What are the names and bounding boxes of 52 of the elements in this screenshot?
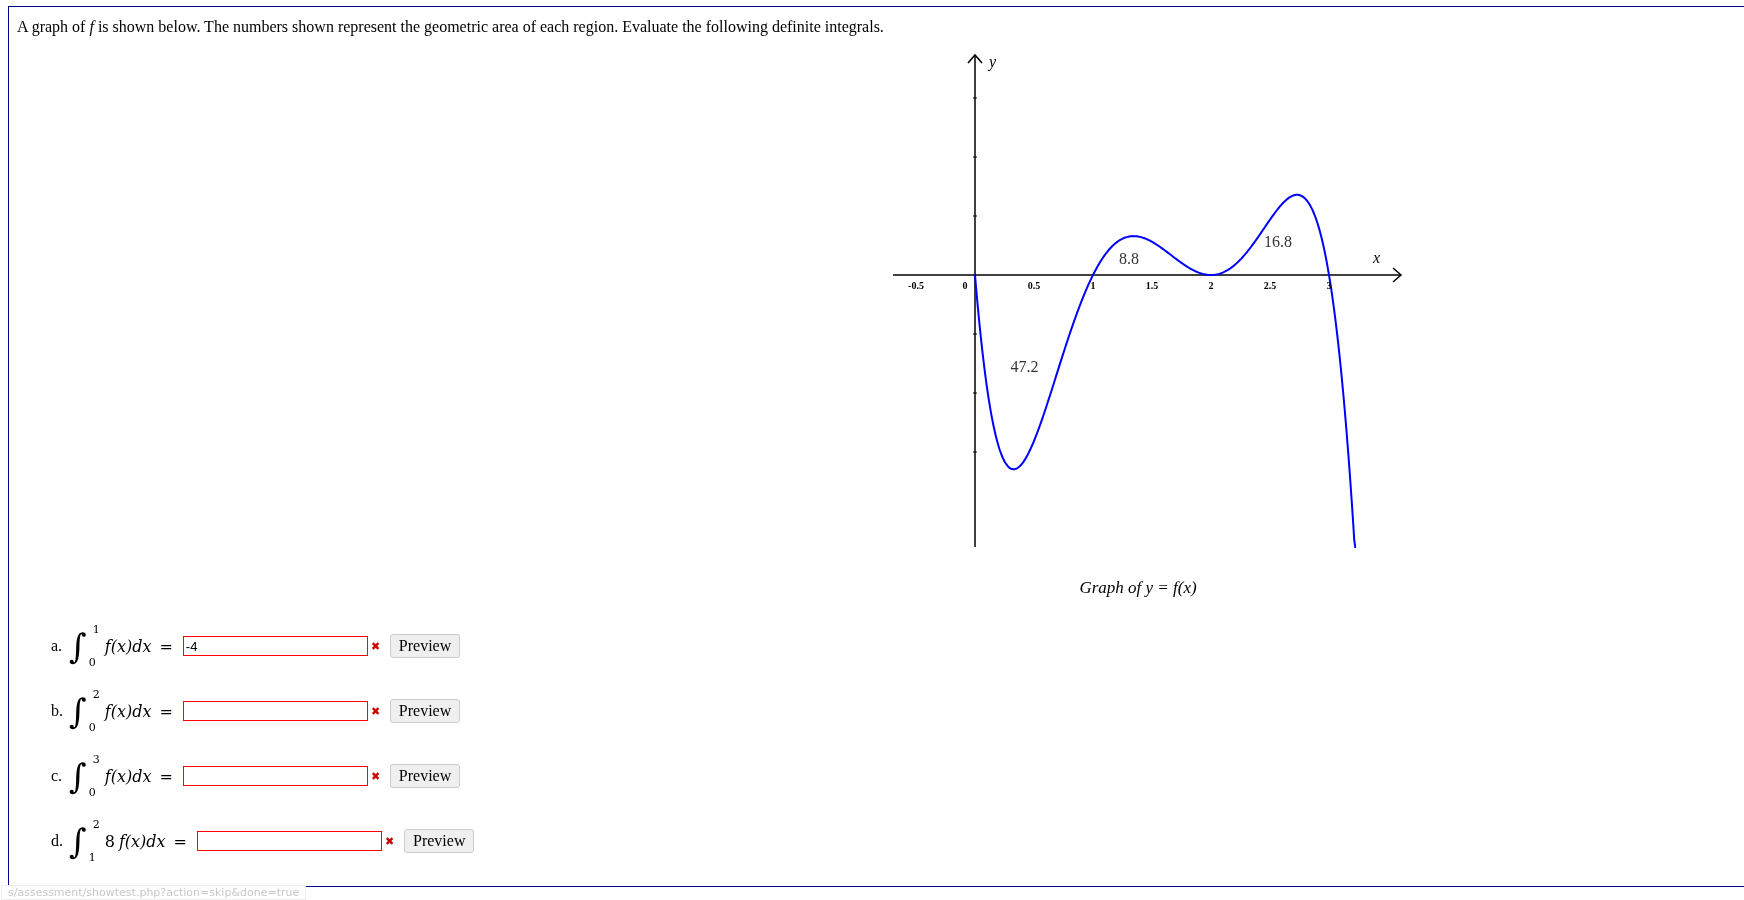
preview-button[interactable]: Preview <box>404 829 475 854</box>
graph-caption: Graph of y = f(x) <box>1079 578 1197 599</box>
question-label: c. <box>51 767 63 786</box>
question-label: a. <box>51 637 63 656</box>
answer-field[interactable]: -4 <box>182 636 368 657</box>
x-tick-label: 0 <box>962 280 968 292</box>
lower-limit: 0 <box>88 656 96 670</box>
area-label: 16.8 <box>1264 232 1293 250</box>
integrand: f(x)dx <box>104 636 152 656</box>
integral-sign: ∫ <box>69 691 87 732</box>
preview-button[interactable]: Preview <box>389 699 461 724</box>
equals-sign: = <box>159 701 173 721</box>
area-label: 8.8 <box>1118 250 1139 268</box>
preview-button[interactable]: Preview <box>389 764 461 789</box>
lower-limit: 0 <box>88 786 96 800</box>
area-label: 47.2 <box>1010 357 1039 375</box>
x-tick-label: -0.5 <box>908 280 924 292</box>
upper-limit: 3 <box>92 753 100 767</box>
integrand: f(x)dx <box>118 831 166 851</box>
lower-limit: 1 <box>88 851 96 865</box>
x-tick-label: 2 <box>1208 280 1214 292</box>
x-tick-label: 1.5 <box>1145 280 1159 292</box>
equals-sign: = <box>173 831 187 851</box>
question-label: d. <box>51 832 63 851</box>
integrand: f(x)dx <box>104 766 152 786</box>
integral-sign: ∫ <box>69 821 87 862</box>
y-axis-label: y <box>989 53 997 71</box>
question-label: b. <box>51 702 63 721</box>
x-axis-label: x <box>1373 249 1381 267</box>
integral-sign: ∫ <box>69 626 87 667</box>
x-tick-label: 0.5 <box>1027 280 1041 292</box>
incorrect-icon: ✖ <box>385 834 394 848</box>
upper-limit: 1 <box>92 623 100 637</box>
incorrect-icon: ✖ <box>370 704 380 718</box>
answer-field[interactable] <box>197 831 382 852</box>
instructions-text: A graph of f is shown below. The numbers shown represent the geometric area of each region. Evaluate the following definite integrals. <box>17 17 885 37</box>
lower-limit: 0 <box>88 721 96 735</box>
integral-sign: ∫ <box>69 756 87 797</box>
incorrect-icon: ✖ <box>370 639 380 653</box>
integrand: f(x)dx <box>104 701 152 721</box>
x-tick-label: 3 <box>1326 280 1332 292</box>
incorrect-icon: ✖ <box>370 769 380 783</box>
upper-limit: 2 <box>92 688 100 702</box>
answer-field[interactable] <box>182 701 368 722</box>
coefficient: 8 <box>104 831 115 851</box>
x-tick-label: 1 <box>1090 280 1096 292</box>
upper-limit: 2 <box>92 818 100 832</box>
equals-sign: = <box>159 766 173 786</box>
preview-button[interactable]: Preview <box>389 634 461 659</box>
answer-field[interactable] <box>182 766 368 787</box>
equals-sign: = <box>159 636 173 656</box>
x-tick-label: 2.5 <box>1263 280 1277 292</box>
